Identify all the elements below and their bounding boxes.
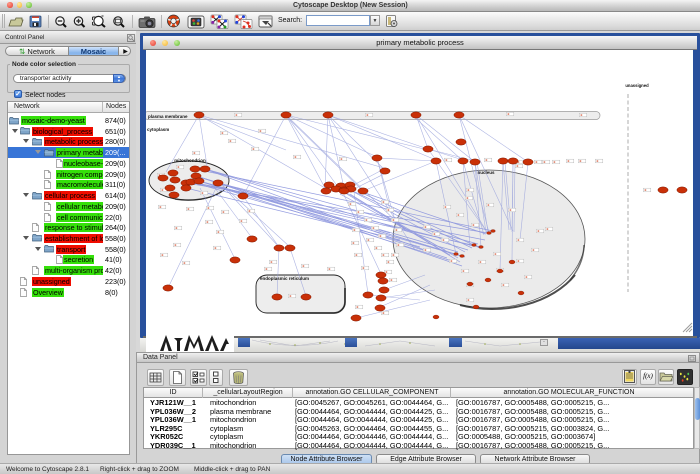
svg-text:endoplasmic reticulum: endoplasmic reticulum bbox=[260, 276, 309, 281]
svg-text:mitochondrion: mitochondrion bbox=[174, 158, 206, 163]
svg-text:unassigned: unassigned bbox=[625, 83, 649, 88]
svg-text:cytoplasm: cytoplasm bbox=[147, 127, 169, 132]
svg-text:plasma membrane: plasma membrane bbox=[148, 114, 188, 119]
svg-text:nucleus: nucleus bbox=[477, 170, 495, 175]
